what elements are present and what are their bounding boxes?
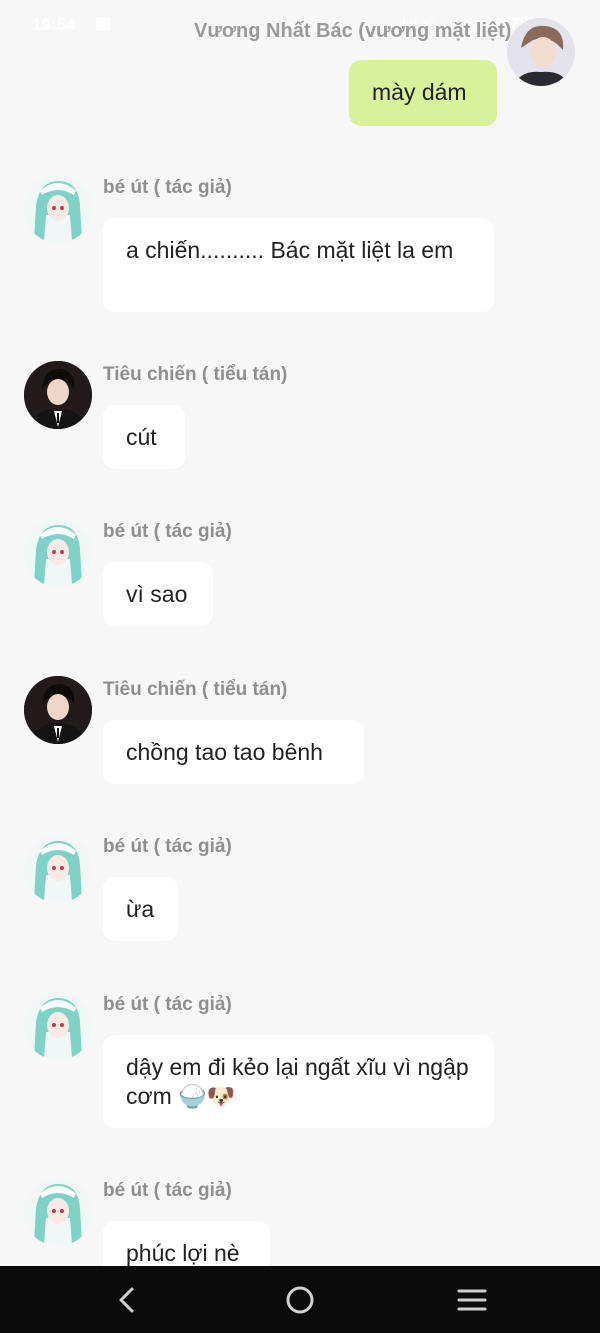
sender-name: bé út ( tác giả) xyxy=(103,177,232,198)
message-bubble[interactable]: cút xyxy=(103,405,185,469)
girl-avatar[interactable] xyxy=(24,175,92,243)
girl-avatar[interactable] xyxy=(24,519,92,587)
boy-avatar[interactable] xyxy=(24,676,92,744)
sender-name: Tiêu chiến ( tiểu tán) xyxy=(103,679,288,700)
message-bubble[interactable]: dậy em đi kẻo lại ngất xĩu vì ngập cơm 🍚… xyxy=(103,1035,494,1128)
girl-avatar[interactable] xyxy=(24,992,92,1060)
menu-icon[interactable] xyxy=(452,1280,492,1320)
self-avatar[interactable] xyxy=(507,18,575,86)
sender-name: bé út ( tác giả) xyxy=(103,994,232,1015)
sender-name: Tiêu chiến ( tiểu tán) xyxy=(103,364,288,385)
chat-title: Vương Nhất Bác (vương mặt liệt) xyxy=(194,20,512,42)
message-bubble[interactable]: ừa xyxy=(103,877,178,941)
message-bubble[interactable]: chồng tao tao bênh xyxy=(103,720,364,784)
home-icon[interactable] xyxy=(280,1280,320,1320)
navigation-bar xyxy=(0,1266,600,1333)
status-time: 19:54 xyxy=(32,15,76,34)
sim-icon xyxy=(96,17,110,31)
sender-name: bé út ( tác giả) xyxy=(103,1180,232,1201)
girl-avatar[interactable] xyxy=(24,1178,92,1246)
message-bubble[interactable]: vì sao xyxy=(103,562,213,626)
message-bubble-own[interactable]: mày dám xyxy=(349,60,497,126)
sender-name: bé út ( tác giả) xyxy=(103,521,232,542)
back-icon[interactable] xyxy=(108,1280,148,1320)
sender-name: bé út ( tác giả) xyxy=(103,836,232,857)
boy-avatar[interactable] xyxy=(24,361,92,429)
girl-avatar[interactable] xyxy=(24,835,92,903)
message-bubble[interactable]: a chiến.......... Bác mặt liệt la em xyxy=(103,218,494,312)
